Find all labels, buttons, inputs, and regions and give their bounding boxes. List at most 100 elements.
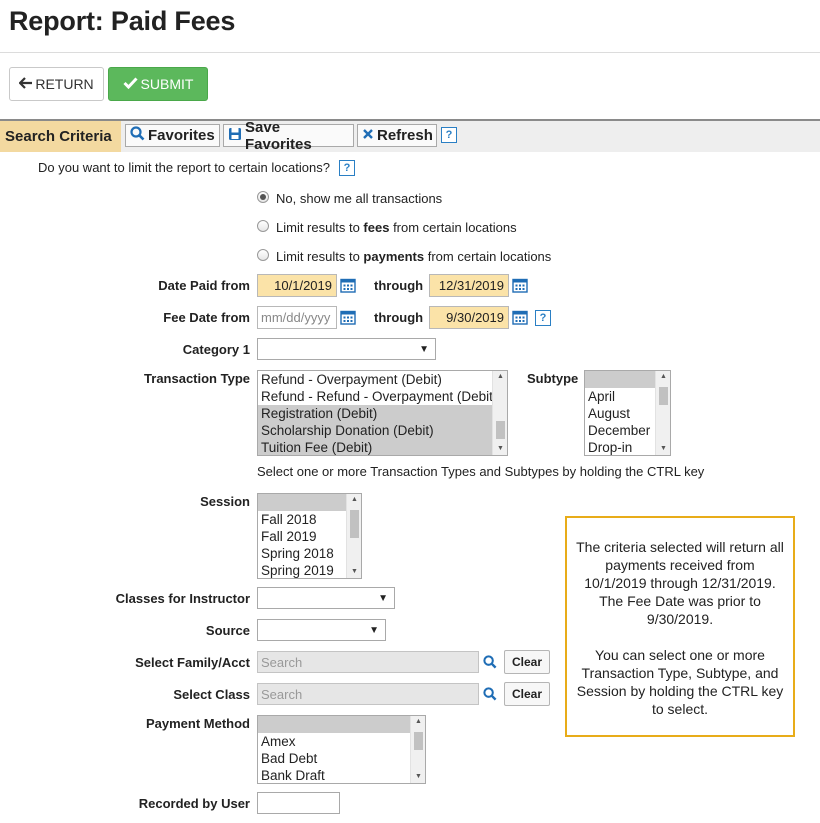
radio-limit-fees-prefix: Limit results to xyxy=(276,220,364,235)
page-title: Report: Paid Fees xyxy=(9,6,236,36)
help-icon[interactable]: ? xyxy=(441,127,457,143)
calendar-icon[interactable] xyxy=(340,309,356,328)
fee-date-label: Fee Date from xyxy=(163,310,250,325)
subtype-label: Subtype xyxy=(527,371,579,386)
save-icon xyxy=(228,127,242,145)
scroll-up-icon[interactable]: ▲ xyxy=(656,371,670,383)
date-paid-from-input[interactable]: 10/1/2019 xyxy=(257,274,337,297)
family-clear-button[interactable]: Clear xyxy=(504,650,550,674)
transaction-type-listbox[interactable]: Refund - Overpayment (Debit) Refund - Re… xyxy=(257,370,508,456)
submit-button-label: SUBMIT xyxy=(140,76,194,92)
locations-question: Do you want to limit the report to certa… xyxy=(38,160,330,175)
payment-method-scrollbar[interactable]: ▲ ▼ xyxy=(410,716,425,783)
transaction-type-option[interactable]: Refund - Overpayment (Debit) xyxy=(258,371,507,388)
radio-limit-fees[interactable] xyxy=(257,220,269,232)
subtype-scrollbar[interactable]: ▲ ▼ xyxy=(655,371,670,455)
selection-hint: Select one or more Transaction Types and… xyxy=(257,464,705,479)
scroll-down-icon[interactable]: ▼ xyxy=(347,566,361,578)
scroll-thumb[interactable] xyxy=(414,732,423,750)
calendar-icon[interactable] xyxy=(512,277,528,296)
transaction-type-option[interactable]: Tuition Fee (Debit) xyxy=(258,439,507,455)
transaction-type-scrollbar[interactable]: ▲ ▼ xyxy=(492,371,507,455)
return-button-label: RETURN xyxy=(35,76,94,92)
submit-button[interactable]: SUBMIT xyxy=(108,67,208,101)
date-paid-to-input[interactable]: 12/31/2019 xyxy=(429,274,509,297)
scroll-thumb[interactable] xyxy=(496,421,505,439)
class-search-input[interactable]: Search xyxy=(257,683,479,705)
payment-method-listbox[interactable]: Amex Bad Debt Bank Draft ▲ ▼ xyxy=(257,715,426,784)
scroll-up-icon[interactable]: ▲ xyxy=(347,494,361,506)
dropdown-arrow-icon: ▼ xyxy=(419,343,429,355)
session-scrollbar[interactable]: ▲ ▼ xyxy=(346,494,361,578)
criteria-note-paragraph-2: You can select one or more Transaction T… xyxy=(576,647,784,717)
check-icon xyxy=(122,76,138,92)
radio-limit-payments-label: Limit results to payments from certain l… xyxy=(276,249,551,264)
fee-date-help-icon[interactable]: ? xyxy=(535,310,551,326)
date-paid-label: Date Paid from xyxy=(158,278,250,293)
refresh-button[interactable]: Refresh xyxy=(357,124,437,147)
session-listbox[interactable]: Fall 2018 Fall 2019 Spring 2018 Spring 2… xyxy=(257,493,362,579)
class-clear-button[interactable]: Clear xyxy=(504,682,550,706)
radio-limit-fees-bold: fees xyxy=(363,220,390,235)
radio-limit-fees-suffix: from certain locations xyxy=(389,220,517,235)
radio-all-transactions[interactable] xyxy=(257,191,269,203)
family-search-input[interactable]: Search xyxy=(257,651,479,673)
category1-label: Category 1 xyxy=(182,342,250,357)
favorites-button[interactable]: Favorites xyxy=(125,124,220,147)
radio-limit-payments-prefix: Limit results to xyxy=(276,249,364,264)
classes-for-instructor-select[interactable]: ▼ xyxy=(257,587,395,609)
session-label: Session xyxy=(200,494,250,509)
scroll-down-icon[interactable]: ▼ xyxy=(411,771,425,783)
through-label: through xyxy=(374,310,424,325)
scroll-thumb[interactable] xyxy=(659,387,668,405)
fee-date-to-input[interactable]: 9/30/2019 xyxy=(429,306,509,329)
favorites-label: Favorites xyxy=(148,127,215,144)
arrow-left-icon xyxy=(18,76,33,92)
save-favorites-label: Save Favorites xyxy=(245,118,312,153)
return-button[interactable]: RETURN xyxy=(9,67,104,101)
payment-method-option[interactable] xyxy=(258,716,425,733)
locations-help-icon[interactable]: ? xyxy=(339,160,355,176)
classes-for-instructor-label: Classes for Instructor xyxy=(115,591,250,606)
transaction-type-option[interactable]: Refund - Refund - Overpayment (Debit) xyxy=(258,388,507,405)
recorded-by-user-input[interactable] xyxy=(257,792,340,814)
through-label: through xyxy=(374,278,424,293)
transaction-type-label: Transaction Type xyxy=(144,371,250,386)
subtype-listbox[interactable]: April August December Drop-in ▲ ▼ xyxy=(584,370,671,456)
dropdown-arrow-icon: ▼ xyxy=(369,624,379,636)
fee-date-from-input[interactable]: mm/dd/yyyy xyxy=(257,306,337,329)
scroll-up-icon[interactable]: ▲ xyxy=(493,371,507,383)
calendar-icon[interactable] xyxy=(512,309,528,328)
radio-limit-payments[interactable] xyxy=(257,249,269,261)
criteria-note: The criteria selected will return all pa… xyxy=(565,516,795,737)
payment-method-label: Payment Method xyxy=(145,716,250,731)
transaction-type-option[interactable]: Registration (Debit) xyxy=(258,405,507,422)
search-icon xyxy=(130,126,145,145)
select-family-label: Select Family/Acct xyxy=(135,655,250,670)
payment-method-option[interactable]: Bank Draft xyxy=(258,767,425,783)
radio-limit-fees-label: Limit results to fees from certain locat… xyxy=(276,220,517,235)
scroll-down-icon[interactable]: ▼ xyxy=(656,443,670,455)
search-icon[interactable] xyxy=(483,655,497,672)
search-criteria-tab: Search Criteria xyxy=(0,121,121,152)
payment-method-option[interactable]: Bad Debt xyxy=(258,750,425,767)
category1-select[interactable]: ▼ xyxy=(257,338,436,360)
refresh-label: Refresh xyxy=(377,127,433,144)
scroll-down-icon[interactable]: ▼ xyxy=(493,443,507,455)
select-class-label: Select Class xyxy=(173,687,250,702)
scroll-thumb[interactable] xyxy=(350,510,359,538)
source-select[interactable]: ▼ xyxy=(257,619,386,641)
calendar-icon[interactable] xyxy=(340,277,356,296)
source-label: Source xyxy=(205,623,250,638)
transaction-type-option[interactable]: Scholarship Donation (Debit) xyxy=(258,422,507,439)
header-divider xyxy=(0,52,820,53)
search-icon[interactable] xyxy=(483,687,497,704)
radio-all-transactions-label: No, show me all transactions xyxy=(276,191,443,206)
recorded-by-user-label: Recorded by User xyxy=(138,796,250,811)
scroll-up-icon[interactable]: ▲ xyxy=(411,716,425,728)
criteria-note-paragraph-1: The criteria selected will return all pa… xyxy=(576,539,784,627)
dropdown-arrow-icon: ▼ xyxy=(378,592,388,604)
payment-method-option[interactable]: Amex xyxy=(258,733,425,750)
save-favorites-button[interactable]: Save Favorites xyxy=(223,119,354,153)
radio-limit-payments-bold: payments xyxy=(363,249,425,264)
